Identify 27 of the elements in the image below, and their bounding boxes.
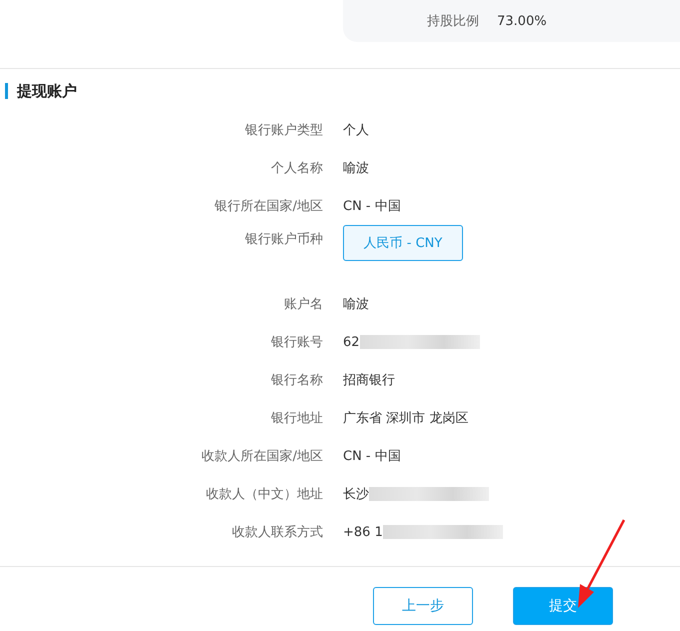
- share-ratio-label: 持股比例: [427, 13, 479, 30]
- section-title: 提现账户: [5, 83, 680, 99]
- back-button[interactable]: 上一步: [373, 587, 473, 625]
- field-label: 账户名: [283, 296, 323, 313]
- field-label: 个人名称: [270, 160, 323, 177]
- field-label: 收款人所在国家/地区: [200, 448, 323, 465]
- submit-button[interactable]: 提交: [513, 587, 613, 625]
- field-label: 银行名称: [270, 372, 323, 389]
- share-ratio-value: 73.00%: [497, 14, 547, 28]
- currency-option[interactable]: 人民币 - CNY: [343, 225, 463, 261]
- field-value: 喻波: [343, 296, 369, 313]
- field-value: CN - 中国: [343, 448, 401, 465]
- field-label: 银行所在国家/地区: [214, 198, 323, 215]
- field-value: 广东省 深圳市 龙岗区: [343, 410, 468, 427]
- field-value: 招商银行: [343, 372, 395, 389]
- field-label: 银行地址: [270, 410, 323, 427]
- field-label: 银行账户币种: [244, 231, 323, 248]
- field-value: 长沙: [343, 486, 369, 503]
- field-label: 收款人联系方式: [231, 524, 323, 541]
- field-label: 银行账户类型: [244, 122, 323, 139]
- field-value: 62: [343, 334, 360, 350]
- field-value: 喻波: [343, 160, 369, 177]
- field-label: 银行账号: [270, 334, 323, 351]
- field-value: CN - 中国: [343, 198, 401, 215]
- field-label: 收款人（中文）地址: [205, 486, 323, 503]
- field-value: 个人: [343, 122, 369, 139]
- field-value: +86 1: [343, 524, 383, 540]
